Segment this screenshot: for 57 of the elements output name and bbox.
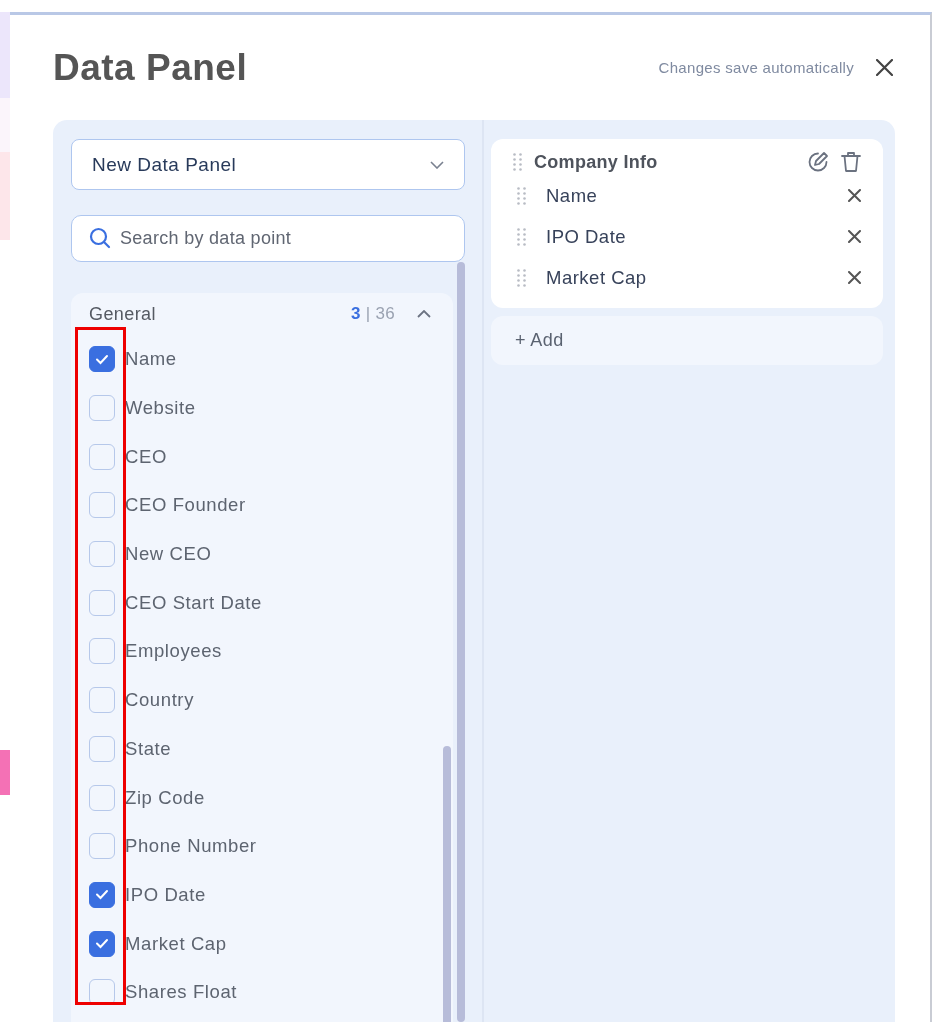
candle-bar: [0, 750, 10, 795]
checkbox[interactable]: [89, 784, 115, 811]
data-point-option[interactable]: New CEO: [89, 529, 453, 579]
data-point-option[interactable]: Country: [89, 675, 453, 725]
checkbox[interactable]: [89, 589, 115, 616]
data-point-option[interactable]: Website: [89, 383, 453, 433]
data-point-option[interactable]: State: [89, 724, 453, 774]
drag-handle-icon[interactable]: [513, 153, 522, 171]
close-button[interactable]: [874, 57, 895, 78]
edit-button[interactable]: [807, 151, 829, 173]
data-point-option[interactable]: CEO Founder: [89, 481, 453, 530]
remove-button[interactable]: [848, 271, 861, 284]
checkbox[interactable]: [89, 881, 115, 908]
field-label: Name: [546, 184, 599, 207]
data-point-option[interactable]: Market Cap: [89, 919, 453, 968]
panel-select[interactable]: New Data Panel: [71, 139, 465, 190]
checkbox[interactable]: [89, 443, 115, 470]
remove-button[interactable]: [848, 230, 861, 243]
category-name: General: [89, 303, 157, 325]
autosave-note: Changes save automatically: [658, 59, 854, 76]
checkbox[interactable]: [89, 833, 115, 860]
checkbox[interactable]: [89, 638, 115, 665]
checkbox[interactable]: [89, 930, 115, 957]
checkbox[interactable]: [89, 395, 115, 422]
drag-handle-icon[interactable]: [517, 186, 526, 205]
data-point-option[interactable]: Name: [89, 335, 453, 384]
scrollbar-thumb[interactable]: [443, 746, 451, 1022]
collapse-button[interactable]: [417, 310, 431, 318]
data-point-option[interactable]: Phone Number: [89, 821, 453, 871]
chevron-down-icon: [430, 160, 444, 169]
delete-button[interactable]: [841, 151, 861, 173]
drag-handle-icon[interactable]: [517, 268, 526, 287]
data-point-option[interactable]: Shares Float: [89, 967, 453, 1017]
checkbox[interactable]: [89, 735, 115, 762]
search-icon: [89, 227, 111, 249]
checkbox[interactable]: [89, 687, 115, 714]
checkbox[interactable]: [89, 492, 115, 519]
data-point-option[interactable]: IPO Date: [89, 870, 453, 920]
data-point-option[interactable]: CEO Start Date: [89, 578, 453, 628]
drag-handle-icon[interactable]: [517, 227, 526, 246]
data-point-option[interactable]: Zip Code: [89, 773, 453, 822]
scrollbar-thumb[interactable]: [457, 262, 465, 1022]
field-label: Market Cap: [546, 266, 648, 289]
check-icon: [95, 353, 109, 365]
dialog-title: Data Panel: [53, 46, 249, 89]
checkbox[interactable]: [89, 346, 115, 373]
remove-button[interactable]: [848, 189, 861, 202]
checkbox[interactable]: [89, 541, 115, 568]
check-icon: [95, 938, 109, 950]
selection-count: 3 | 36: [350, 304, 395, 324]
data-point-option[interactable]: CEO: [89, 432, 453, 482]
data-point-option[interactable]: Employees: [89, 627, 453, 676]
check-icon: [95, 889, 109, 901]
field-label: IPO Date: [546, 225, 628, 248]
search-field[interactable]: Search by data point: [71, 215, 465, 262]
add-button[interactable]: + Add: [491, 316, 883, 365]
group-title: Company Info: [534, 151, 659, 173]
